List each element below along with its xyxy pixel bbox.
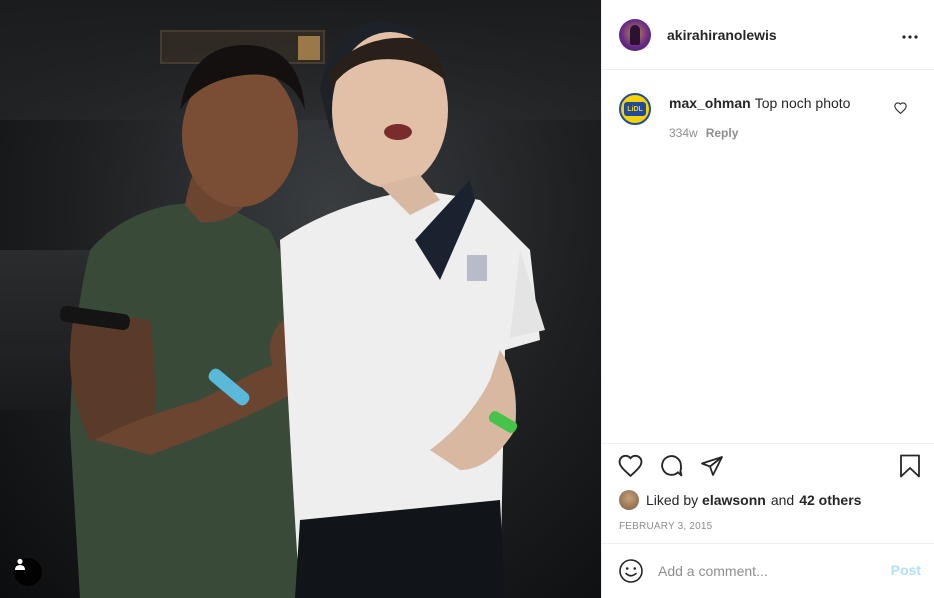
comment-text: Top noch photo — [754, 95, 851, 111]
comment-icon — [659, 453, 684, 483]
like-button[interactable] — [616, 454, 644, 482]
commenter-avatar[interactable]: LiDL — [619, 93, 651, 125]
comment-reply-button[interactable]: Reply — [706, 126, 739, 140]
post-photo[interactable] — [0, 0, 601, 598]
author-username[interactable]: akirahiranolewis — [667, 27, 777, 43]
more-horizontal-icon — [902, 26, 918, 44]
likes-summary: Liked by elawsonn and 42 others — [619, 490, 861, 510]
comment-age[interactable]: 334w — [669, 126, 698, 140]
commenter-avatar-logo: LiDL — [624, 102, 646, 116]
heart-icon — [618, 454, 643, 482]
likes-prefix: Liked by — [646, 492, 699, 508]
share-icon — [700, 454, 724, 483]
post-actions: Liked by elawsonn and 42 others FEBRUARY 3… — [602, 443, 934, 543]
comment-input[interactable] — [658, 561, 878, 581]
share-button[interactable] — [698, 454, 726, 482]
comment-meta: 334w Reply — [669, 126, 738, 140]
emoji-icon — [618, 559, 644, 588]
post-date[interactable]: FEBRUARY 3, 2015 — [619, 521, 712, 532]
post-comment-button[interactable]: Post — [891, 562, 921, 578]
liker-username[interactable]: elawsonn — [702, 492, 766, 508]
likes-others-button[interactable]: 42 others — [799, 492, 861, 508]
post-header: akirahiranolewis — [602, 0, 934, 70]
comment-like-button[interactable] — [894, 101, 908, 115]
heart-icon — [894, 101, 907, 118]
comment-button[interactable] — [657, 454, 685, 482]
bookmark-icon — [899, 454, 921, 483]
photo-figures — [60, 20, 545, 598]
comment-composer: Post — [602, 543, 934, 598]
comment-body: max_ohman Top noch photo — [669, 94, 889, 112]
save-button[interactable] — [896, 454, 924, 482]
comments-list: LiDL max_ohman Top noch photo 334w Reply — [602, 71, 934, 443]
user-tags-button[interactable] — [14, 558, 42, 586]
commenter-username[interactable]: max_ohman — [669, 95, 751, 111]
liker-avatar[interactable] — [619, 490, 639, 510]
author-avatar[interactable] — [619, 18, 651, 51]
emoji-button[interactable] — [618, 558, 644, 584]
post-sidebar: akirahiranolewis LiDL max_ohman Top noch … — [601, 0, 934, 598]
more-options-button[interactable] — [899, 24, 921, 46]
likes-and: and — [770, 492, 795, 508]
